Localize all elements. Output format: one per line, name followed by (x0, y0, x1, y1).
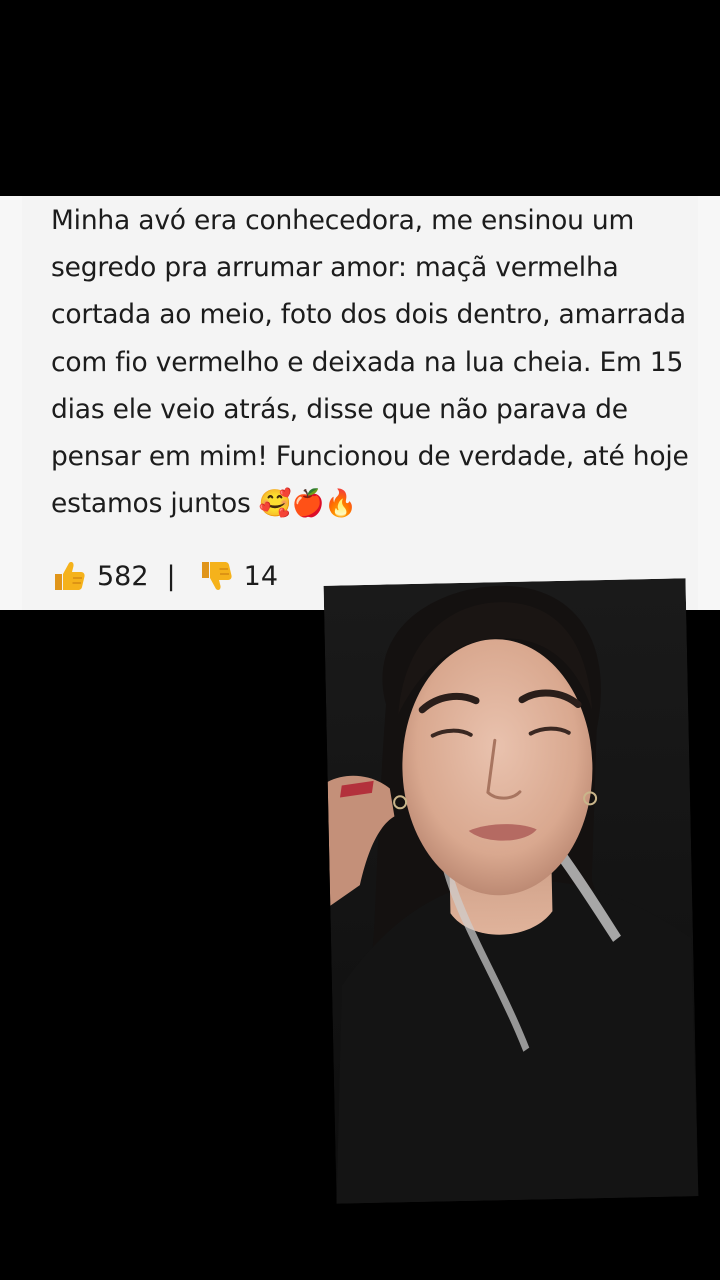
comment-card: Minha avó era conhecedora, me ensinou um… (0, 196, 720, 610)
thumbs-down-icon[interactable] (198, 558, 234, 594)
woman-speaking-portrait (323, 578, 699, 1204)
screen: Minha avó era conhecedora, me ensinou um… (0, 0, 720, 1280)
dislike-count: 14 (243, 560, 279, 592)
thumbs-up-icon[interactable] (51, 558, 87, 594)
comment-text: Minha avó era conhecedora, me ensinou um… (51, 205, 689, 520)
like-count: 582 (97, 560, 149, 592)
reactions-bar: 582 | 14 (51, 554, 278, 598)
video-overlay (323, 578, 699, 1204)
reaction-separator: | (166, 560, 176, 592)
